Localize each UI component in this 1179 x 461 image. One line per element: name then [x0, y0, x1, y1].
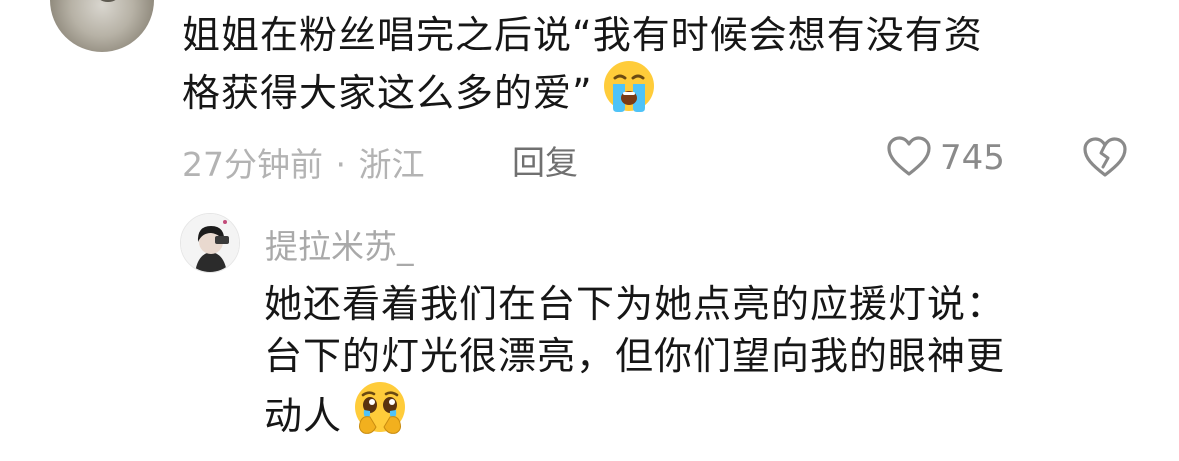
pleading-face-emoji-icon — [350, 379, 410, 452]
broken-heart-icon[interactable] — [1082, 136, 1128, 182]
like-count: 745 — [940, 138, 1005, 178]
reply-text-line-content: 动人 — [264, 394, 343, 438]
reply-text-line: 她还看着我们在台下为她点亮的应援灯说： — [264, 282, 1006, 326]
crying-face-emoji-icon — [601, 58, 657, 127]
comment-thread: 姐姐在粉丝唱完之后说“我有时候会想有没有资 格获得大家这么多的爱” 27分钟前 … — [0, 0, 1179, 461]
like-button[interactable]: 745 — [886, 134, 1005, 182]
comment-text-line: 格获得大家这么多的爱” — [182, 61, 1142, 130]
comment-text-line: 姐姐在粉丝唱完之后说“我有时候会想有没有资 — [182, 13, 983, 57]
reply-text-line: 动人 — [264, 382, 1144, 455]
comment-location: 浙江 — [358, 145, 425, 184]
heart-icon — [886, 135, 932, 181]
commenter-avatar[interactable] — [50, 0, 154, 52]
reply-text-line: 台下的灯光很漂亮，但你们望向我的眼神更 — [264, 334, 1006, 378]
avatar-photo-icon — [181, 214, 239, 272]
comment-meta: 27分钟前 · 浙江 — [182, 138, 425, 186]
reply-text: 她还看着我们在台下为她点亮的应援灯说： 台下的灯光很漂亮，但你们望向我的眼神更 … — [264, 278, 1144, 455]
replier-avatar[interactable] — [180, 213, 240, 273]
reply-username[interactable]: 提拉米苏_ — [265, 220, 414, 268]
comment-text-line-content: 格获得大家这么多的爱” — [182, 71, 593, 115]
comment-text: 姐姐在粉丝唱完之后说“我有时候会想有没有资 格获得大家这么多的爱” — [182, 9, 1142, 130]
comment-time: 27分钟前 — [182, 145, 323, 184]
meta-separator: · — [335, 145, 347, 184]
reply-button[interactable]: 回复 — [512, 136, 578, 184]
